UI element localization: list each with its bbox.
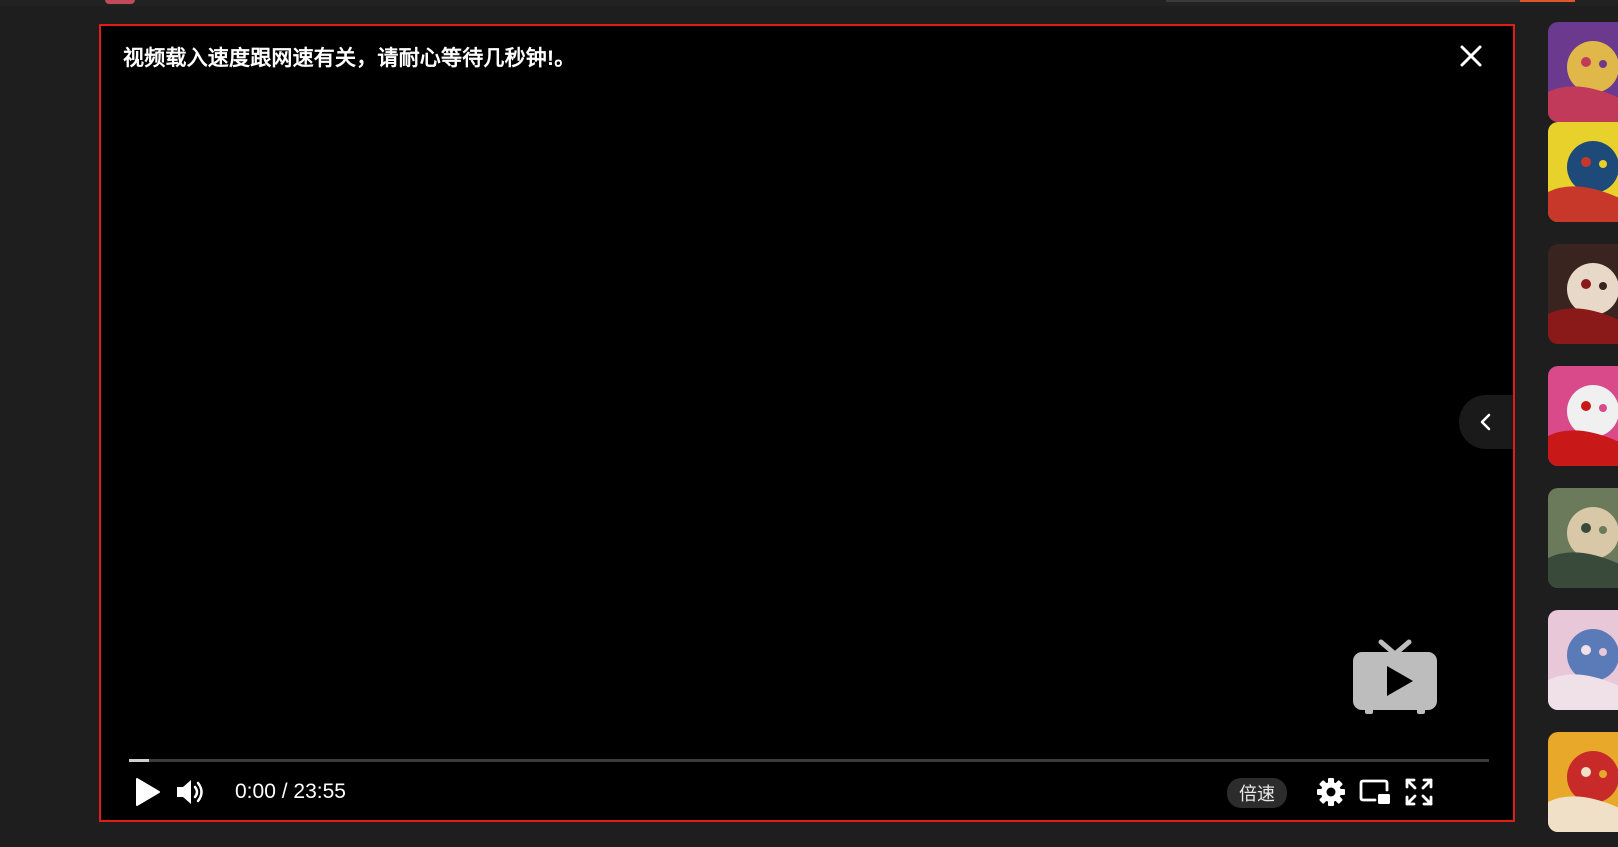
chevron-left-icon xyxy=(1480,413,1491,431)
video-thumbnail[interactable] xyxy=(1548,366,1618,466)
duration: 23:55 xyxy=(293,780,346,803)
picture-in-picture-button[interactable] xyxy=(1355,772,1395,812)
tv-play-icon xyxy=(1353,639,1437,714)
search-bar[interactable] xyxy=(1166,0,1526,2)
video-thumbnail[interactable] xyxy=(1548,122,1618,222)
control-bar: 0:00 / 23:55 倍速 xyxy=(101,772,1513,816)
close-button[interactable] xyxy=(1457,42,1485,70)
player-watermark xyxy=(1351,638,1439,716)
fullscreen-icon xyxy=(1405,778,1433,806)
current-time: 0:00 xyxy=(235,780,276,803)
thumbnail-image xyxy=(1548,610,1618,710)
thumbnail-image xyxy=(1548,244,1618,344)
gear-icon xyxy=(1317,778,1345,806)
volume-button[interactable] xyxy=(171,772,211,812)
picture-in-picture-icon xyxy=(1359,779,1390,804)
top-navbar-edge xyxy=(0,0,1618,6)
thumbnail-image xyxy=(1548,22,1618,122)
time-display: 0:00 / 23:55 xyxy=(235,772,346,812)
video-thumbnail[interactable] xyxy=(1548,732,1618,832)
progress-bar[interactable] xyxy=(129,759,1489,762)
close-icon xyxy=(1460,45,1482,67)
thumbnail-image xyxy=(1548,366,1618,466)
thumbnail-image xyxy=(1548,488,1618,588)
related-videos-sidebar xyxy=(1548,0,1618,847)
video-thumbnail[interactable] xyxy=(1548,610,1618,710)
site-logo[interactable] xyxy=(105,0,135,4)
volume-icon xyxy=(177,780,203,804)
video-player[interactable]: 视频载入速度跟网速有关，请耐心等待几秒钟!。 0:00 / 23:55 倍速 xyxy=(99,24,1515,822)
fullscreen-button[interactable] xyxy=(1399,772,1439,812)
play-icon xyxy=(136,778,160,806)
sidebar-collapse-button[interactable] xyxy=(1459,395,1513,449)
playback-speed-button[interactable]: 倍速 xyxy=(1227,778,1287,808)
video-thumbnail[interactable] xyxy=(1548,488,1618,588)
settings-button[interactable] xyxy=(1311,772,1351,812)
thumbnail-image xyxy=(1548,122,1618,222)
play-button[interactable] xyxy=(129,772,165,812)
video-thumbnail[interactable] xyxy=(1548,244,1618,344)
progress-fill xyxy=(129,759,150,762)
thumbnail-image xyxy=(1548,732,1618,832)
video-thumbnail[interactable] xyxy=(1548,22,1618,122)
loading-notice: 视频载入速度跟网速有关，请耐心等待几秒钟!。 xyxy=(123,47,576,70)
time-separator: / xyxy=(275,780,294,803)
page: 视频载入速度跟网速有关，请耐心等待几秒钟!。 0:00 / 23:55 倍速 xyxy=(0,0,1618,847)
